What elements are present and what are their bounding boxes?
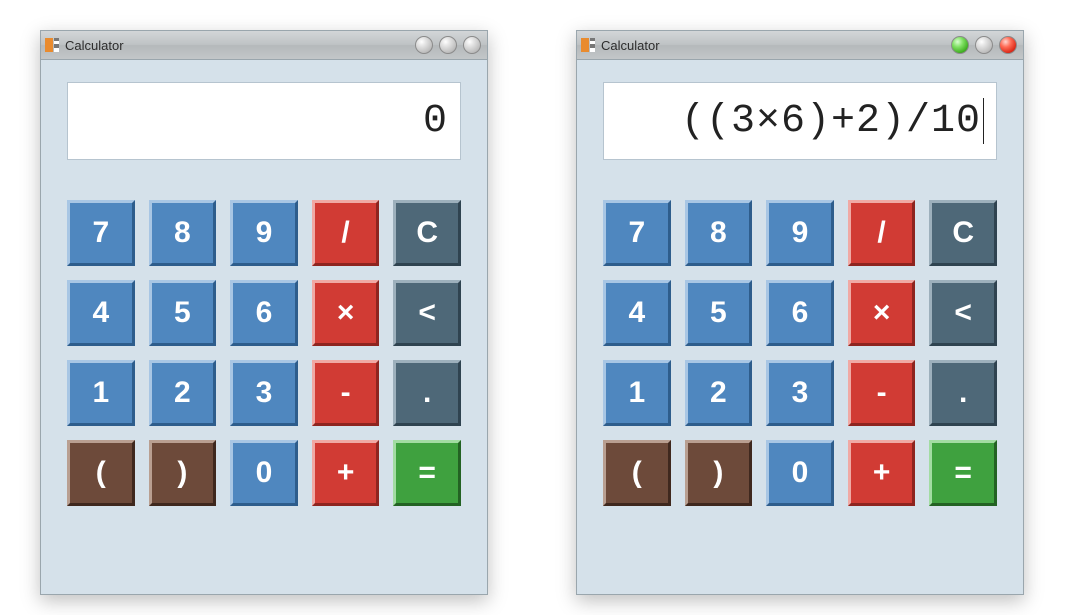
window-title: Calculator <box>601 38 660 53</box>
key-4[interactable]: 4 <box>67 280 135 346</box>
key-clear[interactable]: C <box>393 200 461 266</box>
key-5[interactable]: 5 <box>685 280 753 346</box>
key-minus[interactable]: - <box>848 360 916 426</box>
key-9[interactable]: 9 <box>230 200 298 266</box>
key-8[interactable]: 8 <box>685 200 753 266</box>
key-9[interactable]: 9 <box>766 200 834 266</box>
key-multiply[interactable]: × <box>848 280 916 346</box>
key-backspace[interactable]: < <box>929 280 997 346</box>
key-4[interactable]: 4 <box>603 280 671 346</box>
window-controls <box>951 36 1017 54</box>
key-backspace[interactable]: < <box>393 280 461 346</box>
key-1[interactable]: 1 <box>67 360 135 426</box>
key-multiply[interactable]: × <box>312 280 380 346</box>
window-controls <box>415 36 481 54</box>
key-close-paren[interactable]: ) <box>685 440 753 506</box>
key-2[interactable]: 2 <box>685 360 753 426</box>
app-icon <box>581 38 595 52</box>
key-open-paren[interactable]: ( <box>603 440 671 506</box>
window-button-close[interactable] <box>999 36 1017 54</box>
window-button-maximize[interactable] <box>975 36 993 54</box>
window-button-3[interactable] <box>463 36 481 54</box>
display-value: ((3×6)+2)/10 <box>681 99 981 144</box>
key-decimal[interactable]: . <box>929 360 997 426</box>
key-plus[interactable]: + <box>312 440 380 506</box>
key-3[interactable]: 3 <box>230 360 298 426</box>
display[interactable]: 0 <box>67 82 461 160</box>
window-button-minimize[interactable] <box>951 36 969 54</box>
key-clear[interactable]: C <box>929 200 997 266</box>
calculator-window: Calculator 0 789/C456×<123-.()0+= <box>40 30 488 595</box>
calculator-window: Calculator ((3×6)+2)/10 789/C456×<123-.(… <box>576 30 1024 595</box>
key-equals[interactable]: = <box>929 440 997 506</box>
titlebar[interactable]: Calculator <box>577 31 1023 60</box>
key-0[interactable]: 0 <box>230 440 298 506</box>
key-close-paren[interactable]: ) <box>149 440 217 506</box>
key-7[interactable]: 7 <box>67 200 135 266</box>
key-1[interactable]: 1 <box>603 360 671 426</box>
display[interactable]: ((3×6)+2)/10 <box>603 82 997 160</box>
display-value: 0 <box>423 99 448 144</box>
key-equals[interactable]: = <box>393 440 461 506</box>
key-decimal[interactable]: . <box>393 360 461 426</box>
key-open-paren[interactable]: ( <box>67 440 135 506</box>
window-title: Calculator <box>65 38 124 53</box>
key-8[interactable]: 8 <box>149 200 217 266</box>
key-6[interactable]: 6 <box>766 280 834 346</box>
calculator-body: 0 789/C456×<123-.()0+= <box>41 60 487 526</box>
keypad: 789/C 456×<123-. ()0+= <box>67 200 461 506</box>
key-5[interactable]: 5 <box>149 280 217 346</box>
key-7[interactable]: 7 <box>603 200 671 266</box>
window-button-1[interactable] <box>415 36 433 54</box>
calculator-body: ((3×6)+2)/10 789/C 456×<123-. ()0+= <box>577 60 1023 526</box>
key-0[interactable]: 0 <box>766 440 834 506</box>
key-minus[interactable]: - <box>312 360 380 426</box>
window-button-2[interactable] <box>439 36 457 54</box>
app-icon <box>45 38 59 52</box>
key-3[interactable]: 3 <box>766 360 834 426</box>
key-plus[interactable]: + <box>848 440 916 506</box>
key-divide[interactable]: / <box>312 200 380 266</box>
keypad: 789/C 456×<123-. ()0+= <box>603 200 997 506</box>
key-6[interactable]: 6 <box>230 280 298 346</box>
titlebar[interactable]: Calculator <box>41 31 487 60</box>
key-2[interactable]: 2 <box>149 360 217 426</box>
key-divide[interactable]: / <box>848 200 916 266</box>
